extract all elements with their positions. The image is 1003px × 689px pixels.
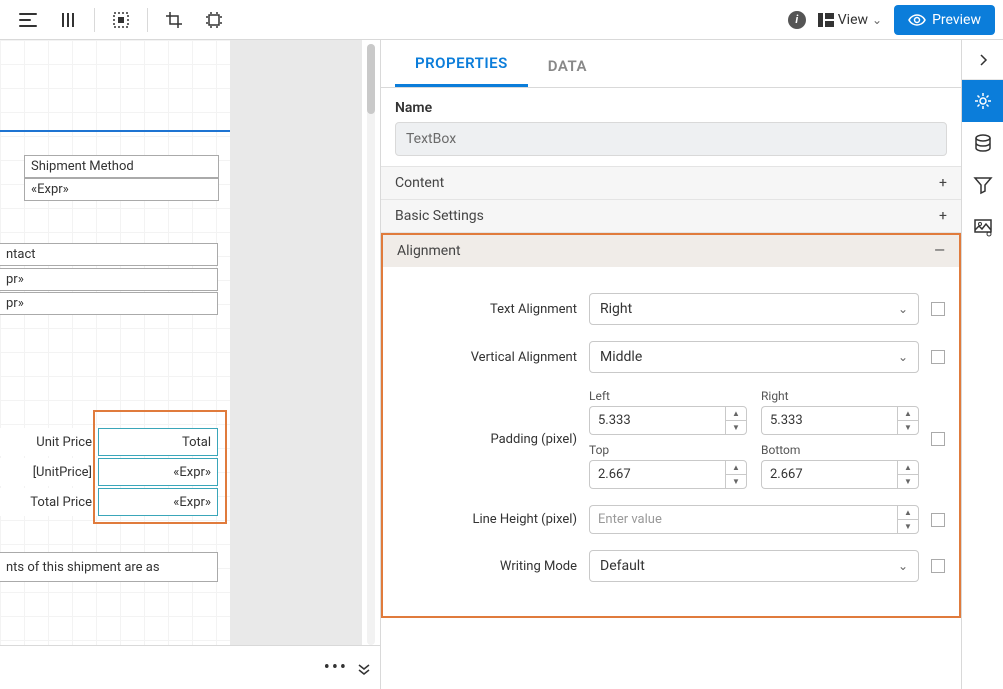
text-alignment-select[interactable]: Right ⌄ <box>589 293 919 325</box>
padding-right-label: Right <box>761 389 919 403</box>
minus-icon: — <box>934 243 945 259</box>
canvas-footer: ••• <box>0 645 380 689</box>
stepper-up-icon[interactable]: ▲ <box>898 506 918 520</box>
field-ntact[interactable]: ntact <box>0 243 218 266</box>
panel-tabs: PROPERTIES DATA <box>381 40 961 88</box>
select-all-icon[interactable] <box>101 4 141 36</box>
right-rail <box>961 40 1003 689</box>
chevron-down-icon: ⌄ <box>898 559 908 573</box>
properties-panel: PROPERTIES DATA Name TextBox Content + B… <box>380 40 961 689</box>
field-shipment-method[interactable]: Shipment Method <box>24 155 219 178</box>
artboard-icon[interactable] <box>194 4 234 36</box>
writing-mode-checkbox[interactable] <box>931 559 945 573</box>
section-content[interactable]: Content + <box>381 167 961 199</box>
chevron-down-icon: ⌄ <box>898 350 908 364</box>
padding-left-label: Left <box>589 389 747 403</box>
preview-button[interactable]: Preview <box>894 5 995 35</box>
stepper-down-icon[interactable]: ▼ <box>898 520 918 533</box>
alignment-body: Text Alignment Right ⌄ Vertical Alignmen… <box>381 267 961 618</box>
vertical-alignment-select[interactable]: Middle ⌄ <box>589 341 919 373</box>
design-canvas-column: Shipment Method «Expr» ntact pr» pr» Uni… <box>0 40 380 689</box>
top-toolbar: i View ⌄ Preview <box>0 0 1003 40</box>
name-input[interactable]: TextBox <box>395 122 947 156</box>
section-basic-settings[interactable]: Basic Settings + <box>381 200 961 232</box>
view-label: View <box>838 12 868 28</box>
padding-checkbox[interactable] <box>931 432 945 446</box>
crop-icon[interactable] <box>154 4 194 36</box>
stepper-down-icon[interactable]: ▼ <box>898 421 918 434</box>
selected-cell-total[interactable]: Total <box>98 428 218 456</box>
align-left-icon[interactable] <box>8 4 48 36</box>
writing-mode-label: Writing Mode <box>397 559 577 574</box>
vertical-alignment-label: Vertical Alignment <box>397 350 577 365</box>
cell-unit-price-header[interactable]: Unit Price <box>0 428 98 456</box>
plus-icon: + <box>939 175 947 191</box>
eye-icon <box>908 14 926 26</box>
padding-bottom-input[interactable]: 2.667 ▲▼ <box>761 460 919 489</box>
rail-expand[interactable] <box>962 40 1003 80</box>
tab-data[interactable]: DATA <box>528 45 607 87</box>
field-pr2[interactable]: pr» <box>0 292 218 315</box>
layout-icon <box>818 13 834 27</box>
padding-top-input[interactable]: 2.667 ▲▼ <box>589 460 747 489</box>
columns-icon[interactable] <box>48 4 88 36</box>
rail-settings[interactable] <box>962 80 1003 122</box>
design-canvas[interactable]: Shipment Method «Expr» ntact pr» pr» Uni… <box>0 40 230 645</box>
padding-right-input[interactable]: 5.333 ▲▼ <box>761 406 919 435</box>
section-alignment[interactable]: Alignment — <box>381 233 961 267</box>
collapse-icon[interactable] <box>358 661 370 675</box>
stepper-up-icon[interactable]: ▲ <box>726 407 746 421</box>
line-height-input[interactable]: Enter value ▲▼ <box>589 505 919 534</box>
stepper-up-icon[interactable]: ▲ <box>898 407 918 421</box>
chevron-down-icon: ⌄ <box>872 13 882 27</box>
preview-label: Preview <box>932 12 981 28</box>
canvas-gutter <box>230 40 362 645</box>
text-alignment-label: Text Alignment <box>397 302 577 317</box>
name-label: Name <box>381 88 961 122</box>
cell-unit-price-bind[interactable]: [UnitPrice] <box>0 458 98 486</box>
tab-properties[interactable]: PROPERTIES <box>395 42 528 87</box>
more-icon[interactable]: ••• <box>324 657 348 678</box>
view-dropdown[interactable]: View ⌄ <box>818 12 882 28</box>
stepper-up-icon[interactable]: ▲ <box>726 461 746 475</box>
cell-total-price[interactable]: Total Price <box>0 488 98 516</box>
info-icon[interactable]: i <box>788 11 806 29</box>
text-alignment-checkbox[interactable] <box>931 302 945 316</box>
rail-filter[interactable] <box>962 164 1003 206</box>
canvas-scrollbar[interactable] <box>367 44 375 645</box>
chevron-down-icon: ⌄ <box>898 302 908 316</box>
plus-icon: + <box>939 208 947 224</box>
stepper-down-icon[interactable]: ▼ <box>898 475 918 488</box>
line-height-checkbox[interactable] <box>931 513 945 527</box>
writing-mode-select[interactable]: Default ⌄ <box>589 550 919 582</box>
rail-data[interactable] <box>962 122 1003 164</box>
selected-cell-expr1[interactable]: «Expr» <box>98 458 218 486</box>
rail-image[interactable] <box>962 206 1003 248</box>
stepper-up-icon[interactable]: ▲ <box>898 461 918 475</box>
field-expr[interactable]: «Expr» <box>24 178 219 201</box>
padding-left-input[interactable]: 5.333 ▲▼ <box>589 406 747 435</box>
vertical-alignment-checkbox[interactable] <box>931 350 945 364</box>
padding-top-label: Top <box>589 443 747 457</box>
stepper-down-icon[interactable]: ▼ <box>726 421 746 434</box>
field-pr1[interactable]: pr» <box>0 268 218 291</box>
selected-cell-expr2[interactable]: «Expr» <box>98 488 218 516</box>
padding-label: Padding (pixel) <box>397 432 577 447</box>
line-height-label: Line Height (pixel) <box>397 512 577 527</box>
stepper-down-icon[interactable]: ▼ <box>726 475 746 488</box>
padding-bottom-label: Bottom <box>761 443 919 457</box>
field-footer[interactable]: nts of this shipment are as <box>0 552 218 582</box>
